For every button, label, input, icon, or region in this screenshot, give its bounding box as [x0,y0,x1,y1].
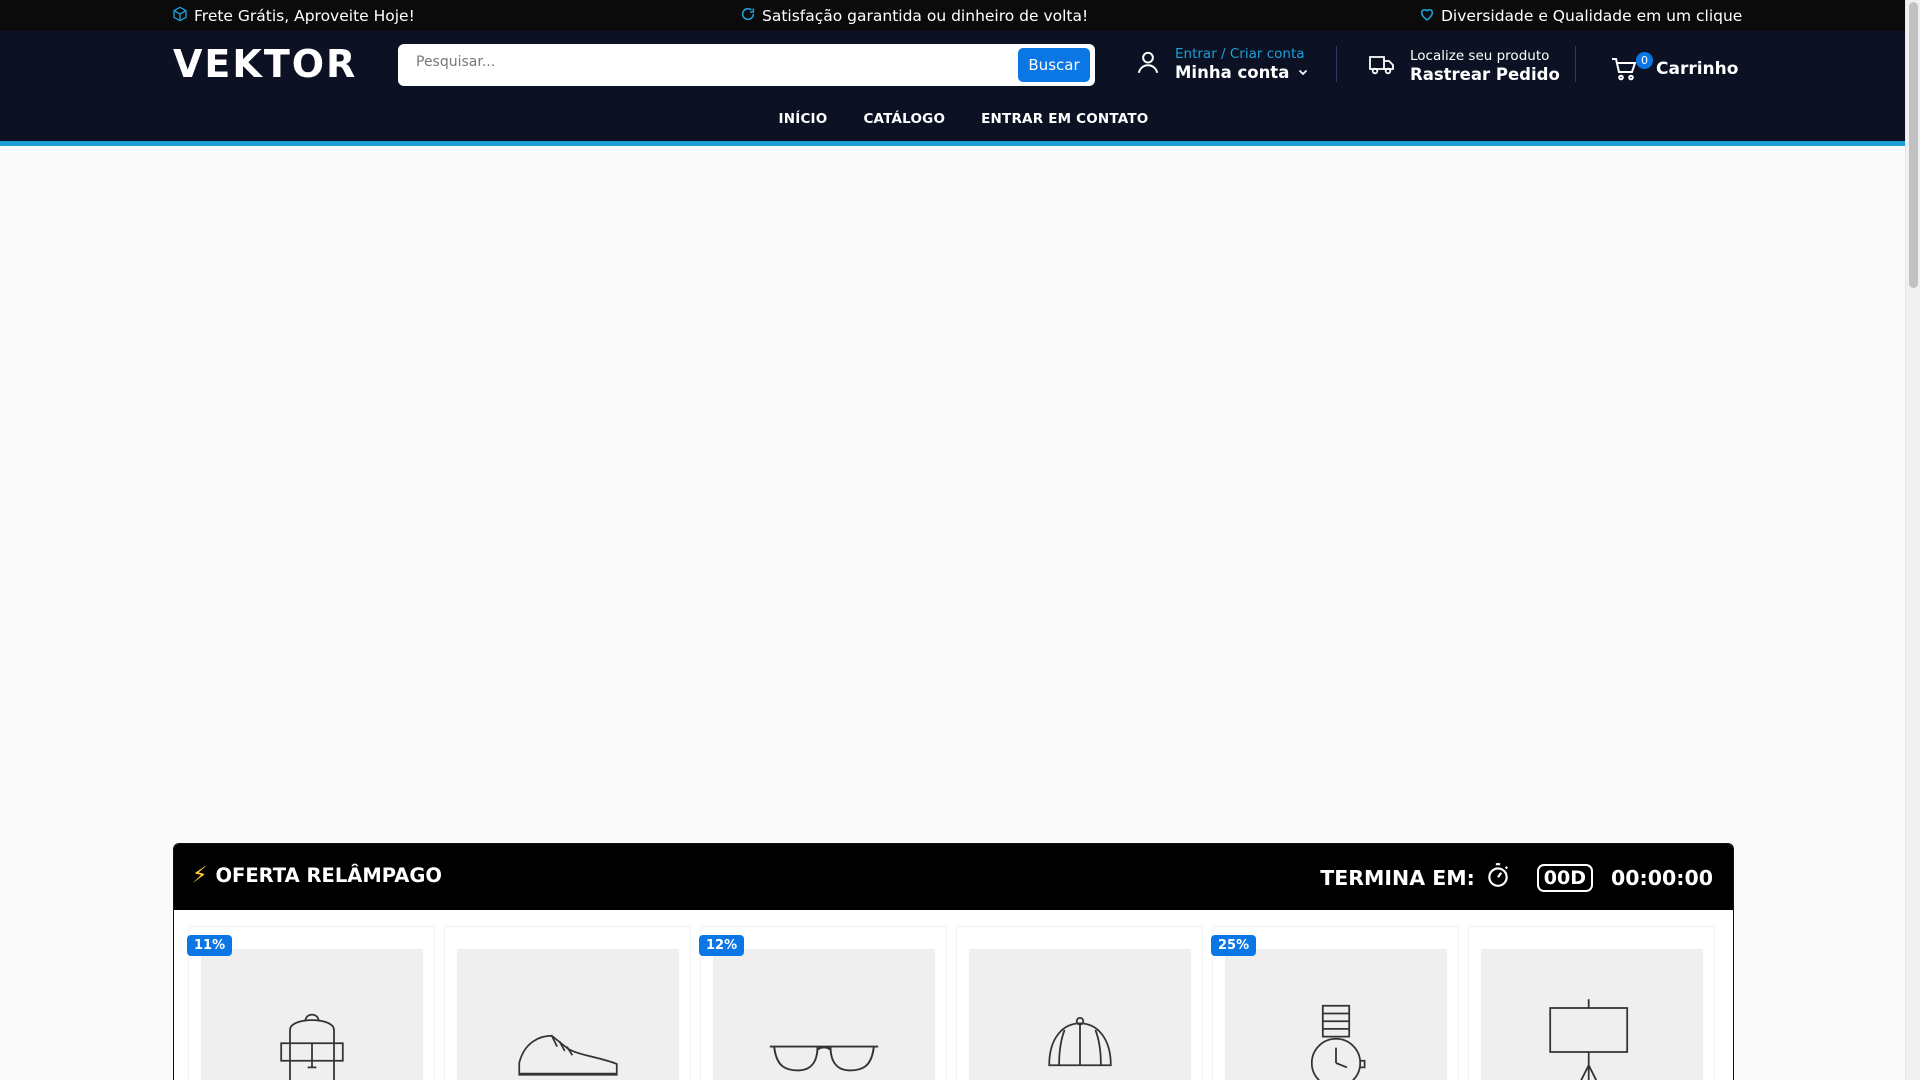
site-logo[interactable]: VEKTOR [173,42,357,86]
product-image[interactable] [201,949,423,1080]
search-bar: Buscar [398,44,1095,86]
header-divider [1336,46,1337,82]
page-scrollbar[interactable] [1905,0,1920,1080]
top-announcement-bar: Frete Grátis, Aproveite Hoje! Satisfação… [0,0,1905,31]
flash-sale-title-text: OFERTA RELÂMPAGO [215,864,442,887]
flash-sale-header: ⚡ OFERTA RELÂMPAGO TERMINA EM: 00D 00:00… [174,844,1733,910]
track-title: Rastrear Pedido [1410,65,1560,84]
lightning-icon: ⚡ [192,863,208,888]
cart-button[interactable]: 0 Carrinho [1610,52,1739,82]
stopwatch-icon [1485,862,1511,893]
flash-sale-section: ⚡ OFERTA RELÂMPAGO TERMINA EM: 00D 00:00… [173,843,1734,1080]
hero-banner-area [0,146,1905,843]
cart-count-badge: 0 [1636,52,1653,69]
product-image[interactable] [713,949,935,1080]
header-divider [1575,46,1576,82]
account-label[interactable]: Minha conta [1175,63,1309,82]
chevron-down-icon [1297,63,1309,82]
product-card[interactable] [1468,926,1715,1080]
track-subtitle: Localize seu produto [1410,48,1550,64]
product-card[interactable] [956,926,1203,1080]
countdown-label: TERMINA EM: [1320,865,1475,890]
heart-icon [1419,6,1435,26]
sunglasses-icon [769,1045,879,1072]
announcement-text: Frete Grátis, Aproveite Hoje! [194,7,415,25]
announcement-guarantee: Satisfação garantida ou dinheiro de volt… [740,6,1088,26]
backpack-icon [280,1013,344,1080]
user-icon [1135,49,1161,79]
discount-badge: 12% [699,935,745,956]
search-input[interactable] [416,54,976,70]
countdown-timer: TERMINA EM: 00D 00:00:00 [1320,862,1713,893]
announcement-diversity: Diversidade e Qualidade em um clique [1419,6,1742,26]
main-nav: INÍCIO CATÁLOGO ENTRAR EM CONTATO [0,111,1905,127]
discount-badge: 11% [187,935,233,956]
product-card[interactable]: 12% [699,926,947,1080]
announcement-text: Satisfação garantida ou dinheiro de volt… [762,7,1089,25]
truck-icon [1368,52,1396,80]
sneaker-icon [518,1034,618,1076]
account-label-text: Minha conta [1175,63,1290,82]
nav-link-home[interactable]: INÍCIO [779,111,828,127]
product-card[interactable]: 25% [1211,926,1459,1080]
countdown-days: 00D [1536,863,1594,892]
discount-badge: 25% [1211,935,1257,956]
product-image[interactable] [1225,949,1447,1080]
announcement-text: Diversidade e Qualidade em um clique [1441,7,1743,25]
nav-link-catalog[interactable]: CATÁLOGO [863,111,945,127]
countdown-time: 00:00:00 [1611,865,1713,890]
account-menu[interactable]: Entrar / Criar conta Minha conta [1135,46,1309,82]
cart-label: Carrinho [1656,59,1739,79]
search-button[interactable]: Buscar [1018,48,1090,82]
scrollbar-thumb[interactable] [1909,2,1918,288]
box-icon [172,6,188,26]
track-order[interactable]: Localize seu produto Rastrear Pedido [1368,48,1560,84]
cart-icon: 0 [1610,52,1653,82]
announcement-free-shipping: Frete Grátis, Aproveite Hoje! [172,6,415,26]
cap-icon [1048,1017,1112,1067]
refresh-icon [740,6,756,26]
product-image[interactable] [1481,949,1703,1080]
product-image[interactable] [969,949,1191,1080]
nav-link-contact[interactable]: ENTRAR EM CONTATO [981,111,1148,127]
watch-icon [1310,1004,1366,1080]
flash-sale-title: ⚡ OFERTA RELÂMPAGO [192,863,442,888]
product-image[interactable] [457,949,679,1080]
product-card[interactable]: 11% [187,926,435,1080]
account-login-link[interactable]: Entrar / Criar conta [1175,46,1309,62]
lamp-icon [1549,999,1629,1080]
product-card[interactable] [444,926,691,1080]
flash-sale-products: 11% 12% 25% [187,926,1715,1080]
